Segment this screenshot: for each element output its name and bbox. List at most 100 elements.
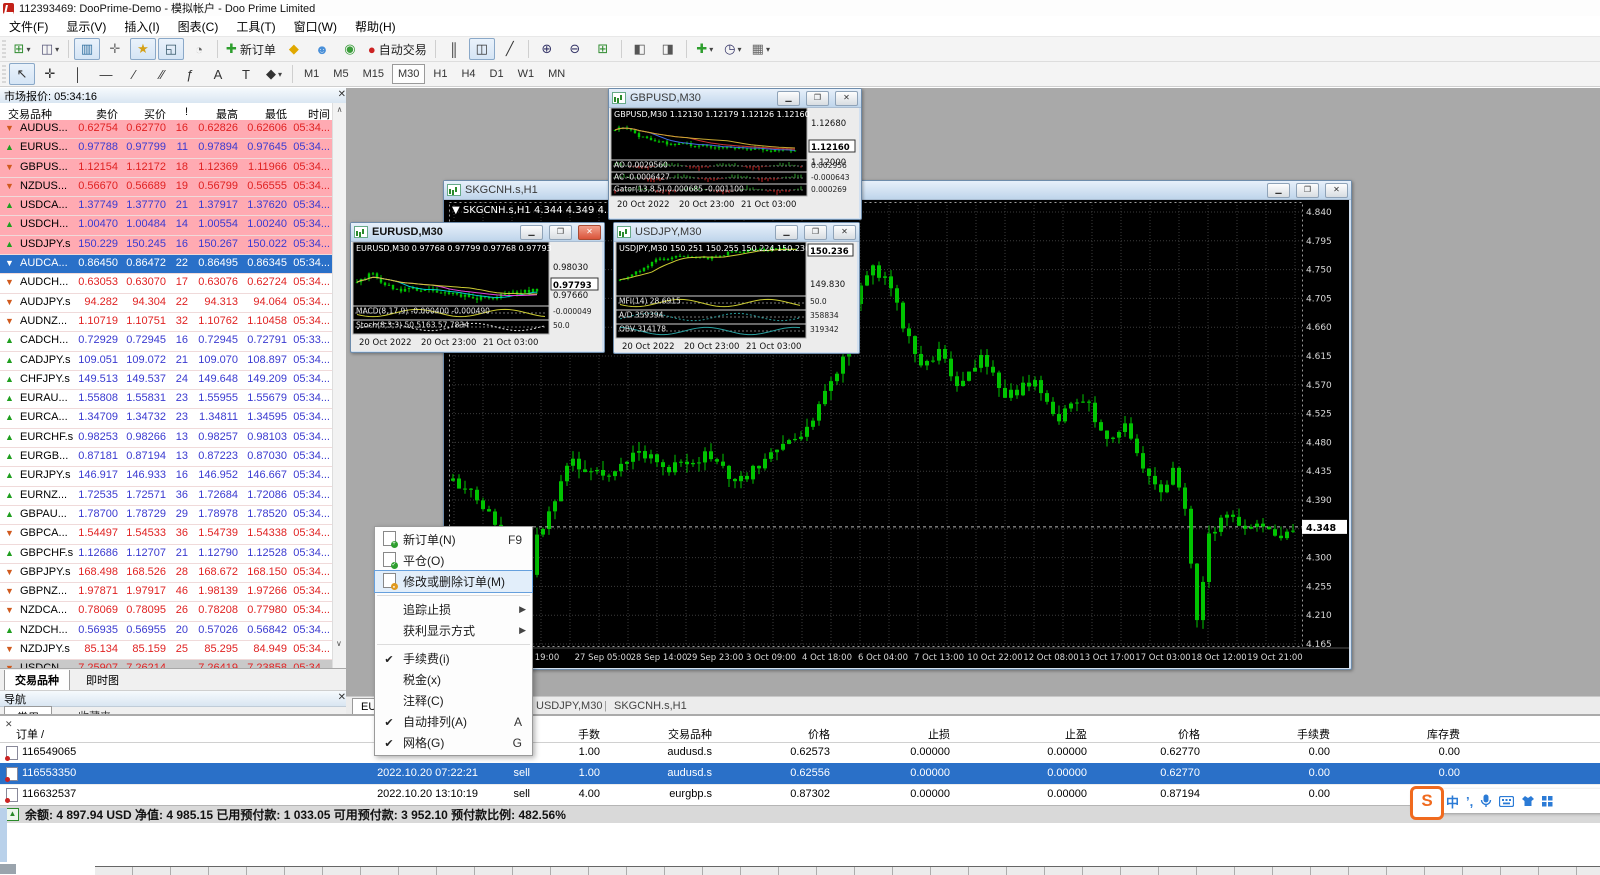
text-tool[interactable]: A (205, 63, 231, 85)
restore-icon[interactable]: ❐ (804, 225, 827, 240)
signals-button[interactable]: ◉ (337, 38, 363, 60)
trendline-tool[interactable]: ∕ (121, 63, 147, 85)
col-tp[interactable]: 止盈 (1065, 726, 1087, 742)
timeframe-m15[interactable]: M15 (357, 64, 390, 84)
col-price2[interactable]: 价格 (1178, 726, 1200, 742)
timeframe-d1[interactable]: D1 (484, 64, 510, 84)
nav-tab-0[interactable]: 常用 (4, 706, 52, 714)
profiles-button[interactable]: ◫▾ (37, 38, 63, 60)
mw-row-NZDCH[interactable]: ▲NZDCH...0.569350.56955200.570260.568420… (0, 622, 346, 641)
chart-tab-skgcnh[interactable]: SKGCNH.s,H1 (614, 700, 687, 712)
microphone-icon[interactable] (1480, 794, 1492, 808)
navigator-close-icon[interactable]: ✕ (338, 692, 346, 703)
col-order[interactable]: 订单 / (16, 726, 44, 742)
mw-row-GBPUS[interactable]: ▼GBPUS...1.121541.12172181.123691.119660… (0, 159, 346, 178)
order-row-116549065[interactable]: 1165490652022.10.20 07:11.00audusd.s0.62… (0, 742, 1600, 764)
candlestick-chart-button[interactable]: ◫ (469, 38, 495, 60)
chart-window-gbpusd[interactable]: GBPUSD,M30 ▁ ❐ ✕ AO 0.0029560AC -0.00064… (608, 88, 862, 220)
close-icon[interactable]: ✕ (578, 225, 601, 240)
mw-row-EURUS[interactable]: ▲EURUS...0.977880.97799110.978940.976450… (0, 139, 346, 158)
skin-icon[interactable] (1521, 795, 1535, 807)
menu-item-3[interactable]: 图表(C) (169, 16, 228, 37)
timeframe-mn[interactable]: MN (542, 64, 571, 84)
ctx-item-9[interactable]: 注释(C) (375, 690, 532, 711)
col-symbol[interactable]: 交易品种 (668, 726, 712, 742)
menu-item-5[interactable]: 窗口(W) (285, 16, 346, 37)
mw-row-EURGB[interactable]: ▲EURGB...0.871810.87194130.872230.870300… (0, 448, 346, 467)
new-chart-button[interactable]: ⊞▾ (9, 38, 35, 60)
mw-row-AUDUS[interactable]: ▼AUDUS...0.627540.62770160.628260.626060… (0, 120, 346, 139)
chart-window-usdjpy[interactable]: USDJPY,M30 ▁ ❐ ✕ MFI(14) 28.6915A/D 3593… (613, 222, 860, 354)
nav-tab-1[interactable]: 收藏夹 (66, 706, 123, 714)
mw-row-GBPCA[interactable]: ▼GBPCA...1.544971.54533361.547391.543380… (0, 525, 346, 544)
col-lots[interactable]: 手数 (578, 726, 600, 742)
templates-button[interactable]: ▦▾ (748, 38, 774, 60)
keyboard-icon[interactable] (1499, 796, 1514, 807)
order-row-116632537[interactable]: 1166325372022.10.20 13:10:19sell4.00eurg… (0, 784, 1600, 806)
chart-window-eurusd[interactable]: EURUSD,M30 ▁ ❐ ✕ MACD(8,17,9) -0.000400 … (350, 222, 605, 353)
mw-row-EURCA[interactable]: ▲EURCA...1.347091.34732231.348111.345950… (0, 409, 346, 428)
minimize-icon[interactable]: ▁ (775, 225, 798, 240)
mw-row-AUDCH[interactable]: ▼AUDCH...0.630530.63070170.630760.627240… (0, 274, 346, 293)
autotrading-button[interactable]: ●自动交易 (365, 38, 430, 60)
close-icon[interactable]: ✕ (1325, 183, 1348, 198)
mw-row-EURCHFs[interactable]: ▲EURCHF.s0.982530.98266130.982570.981030… (0, 429, 346, 448)
mw-row-CADCH[interactable]: ▲CADCH...0.729290.72945160.729450.727910… (0, 332, 346, 351)
menu-item-6[interactable]: 帮助(H) (346, 16, 405, 37)
mw-row-NZDUS[interactable]: ▼NZDUS...0.566700.56689190.567990.565550… (0, 178, 346, 197)
restore-icon[interactable]: ❐ (806, 91, 829, 106)
arrange-vertical-button[interactable]: ◧ (627, 38, 653, 60)
mw-row-AUDNZ[interactable]: ▼AUDNZ...1.107191.10751321.107621.104580… (0, 313, 346, 332)
label-tool[interactable]: T (233, 63, 259, 85)
timeframe-w1[interactable]: W1 (512, 64, 541, 84)
col-price[interactable]: 价格 (808, 726, 830, 742)
ctx-item-1[interactable]: 平仓(O) (375, 550, 532, 571)
close-icon[interactable]: ✕ (835, 91, 858, 106)
fibonacci-tool[interactable]: ƒ (177, 63, 203, 85)
gbpusd-chart[interactable]: AO 0.0029560AC -0.0006427Gator(13,8,5) 0… (609, 108, 859, 218)
zoom-out-button[interactable]: ⊖ (562, 38, 588, 60)
mw-row-EURNZ[interactable]: ▲EURNZ...1.725351.72571361.726841.720860… (0, 487, 346, 506)
ctx-item-0[interactable]: 新订单(N)F9 (375, 529, 532, 550)
close-icon[interactable]: ✕ (833, 225, 856, 240)
mw-row-AUDJPYs[interactable]: ▼AUDJPY.s94.28294.3042294.31394.06405:34… (0, 294, 346, 313)
line-chart-button[interactable]: ╱ (497, 38, 523, 60)
restore-icon[interactable]: ❐ (1296, 183, 1319, 198)
mw-col-spread[interactable]: ! (185, 106, 188, 118)
mw-row-GBPAU[interactable]: ▲GBPAU...1.787001.78729291.789781.785200… (0, 506, 346, 525)
mw-tab-1[interactable]: 即时图 (76, 670, 129, 690)
tile-windows-button[interactable]: ⊞ (590, 38, 616, 60)
ctx-item-4[interactable]: 追踪止损▶ (375, 599, 532, 620)
menu-item-1[interactable]: 显示(V) (57, 16, 115, 37)
crosshair-tool[interactable]: ✛ (37, 63, 63, 85)
menu-item-0[interactable]: 文件(F) (0, 16, 57, 37)
ctx-item-7[interactable]: ✔手续费(i) (375, 648, 532, 669)
mw-row-USDCA[interactable]: ▲USDCA...1.377491.37770211.379171.376200… (0, 197, 346, 216)
new-order-button[interactable]: ✚新订单 (223, 38, 279, 60)
minimize-icon[interactable]: ▁ (1267, 183, 1290, 198)
market-watch-scrollbar[interactable]: ∧∨ (332, 103, 346, 668)
strategy-tester-button[interactable]: ◔ (186, 38, 212, 60)
timeframe-h4[interactable]: H4 (455, 64, 481, 84)
eurusd-chart[interactable]: MACD(8,17,9) -0.000400 -0.000490Stoch(8,… (351, 242, 602, 351)
market-watch-close-icon[interactable]: ✕ (338, 89, 346, 100)
vertical-line-tool[interactable]: │ (65, 63, 91, 85)
mw-row-AUDCA[interactable]: ▼AUDCA...0.864500.86472220.864950.863450… (0, 255, 346, 274)
ctx-item-8[interactable]: 税金(x) (375, 669, 532, 690)
channel-tool[interactable]: ∕∕ (149, 63, 175, 85)
toolbox-grid-icon[interactable] (1542, 796, 1553, 807)
mw-row-NZDJPYs[interactable]: ▼NZDJPY.s85.13485.1592585.29584.94905:34… (0, 641, 346, 660)
col-sl[interactable]: 止损 (928, 726, 950, 742)
timeframe-m30[interactable]: M30 (392, 64, 425, 84)
market-watch-button[interactable]: ▥ (74, 38, 100, 60)
ctx-item-2[interactable]: 修改或删除订单(M) (375, 571, 532, 592)
shapes-tool[interactable]: ◆▾ (261, 63, 287, 85)
cursor-tool[interactable]: ↖ (9, 63, 35, 85)
ctx-item-10[interactable]: ✔自动排列(A)A (375, 711, 532, 732)
mw-row-EURAU[interactable]: ▲EURAU...1.558081.55831231.559551.556790… (0, 390, 346, 409)
usdjpy-chart[interactable]: MFI(14) 28.6915A/D 359394OBV 314178USDJP… (614, 242, 857, 352)
chart-tab-usdjpy[interactable]: USDJPY,M30 (536, 700, 602, 712)
timeframe-h1[interactable]: H1 (427, 64, 453, 84)
mw-row-GBPCHFs[interactable]: ▲GBPCHF.s1.126861.12707211.127901.125280… (0, 545, 346, 564)
mw-row-CADJPYs[interactable]: ▲CADJPY.s109.051109.07221109.070108.8970… (0, 352, 346, 371)
